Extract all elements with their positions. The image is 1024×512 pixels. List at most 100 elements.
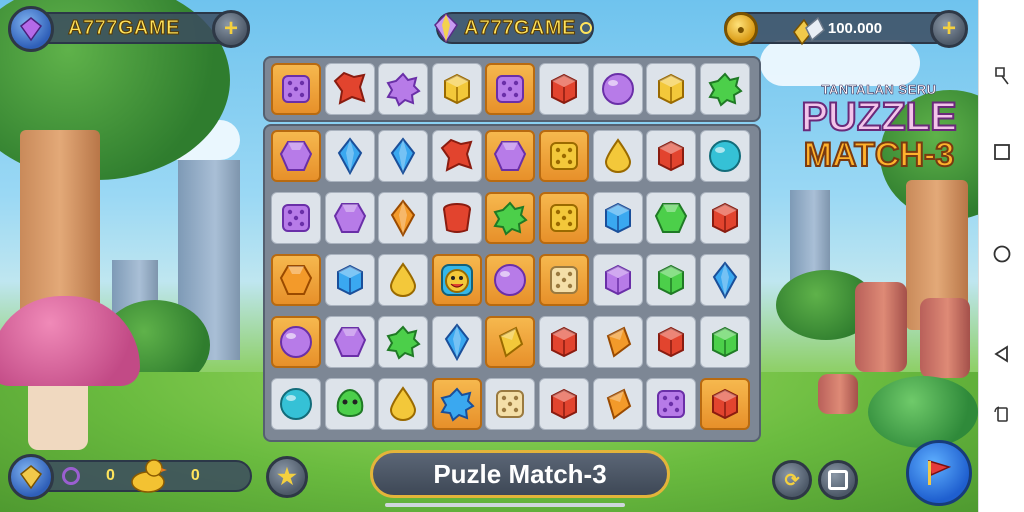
grid-tile[interactable] [646, 192, 697, 244]
yellow-drop-icon [390, 386, 417, 421]
grid-tile[interactable] [378, 192, 429, 244]
yellow-cube-icon [443, 73, 470, 105]
grid-tile[interactable] [539, 192, 589, 244]
grid-tile[interactable] [324, 192, 375, 244]
add-button[interactable]: + [212, 10, 250, 48]
purple-die-icon [657, 390, 686, 418]
red-flag-button[interactable] [906, 440, 972, 506]
grid-tile[interactable] [271, 192, 321, 244]
grid-tile[interactable] [699, 192, 750, 244]
purple-orb-icon [494, 264, 527, 296]
grid-tile[interactable] [699, 130, 750, 182]
preview-tile[interactable] [271, 63, 321, 115]
purple-orb-icon [601, 73, 634, 105]
grid-tile[interactable] [271, 254, 321, 306]
grid-tile[interactable] [539, 254, 589, 306]
coin-icon: ● [724, 12, 758, 46]
green-shell [868, 376, 978, 448]
green-splat-icon [386, 325, 421, 360]
yellow-drop-icon [604, 138, 631, 173]
back-triangle-icon[interactable] [992, 344, 1012, 364]
red-star-icon [440, 138, 473, 172]
rotate-icon[interactable] [992, 404, 1012, 424]
preview-tile[interactable] [485, 63, 536, 115]
grid-tile[interactable] [431, 192, 482, 244]
grid-tile[interactable] [539, 130, 589, 182]
orange-crystal-icon [390, 199, 416, 238]
orb-count: 0 [106, 467, 115, 484]
home-indicator [385, 503, 625, 507]
green-splat-icon [708, 72, 743, 107]
grid-tile[interactable] [646, 316, 697, 368]
grid-tile[interactable] [271, 316, 321, 368]
grid-tile[interactable] [592, 192, 643, 244]
gem-stack-icon [793, 16, 825, 46]
grid-tile[interactable] [271, 130, 321, 182]
preview-tile[interactable] [592, 63, 643, 115]
grid-tile[interactable] [485, 254, 536, 306]
grid-tile[interactable] [431, 130, 482, 182]
grid-tile[interactable] [271, 378, 321, 430]
star-button[interactable]: ★ [266, 456, 308, 498]
grid-tile[interactable] [324, 378, 375, 430]
red-cube-icon [658, 326, 685, 358]
grid-tile[interactable] [431, 378, 482, 430]
grid-tile[interactable] [485, 192, 536, 244]
orange-diamond-icon [606, 388, 631, 420]
stone-block [855, 282, 907, 372]
green-splat-icon [493, 201, 529, 236]
preview-tile[interactable] [324, 63, 375, 115]
grid-tile[interactable] [485, 316, 536, 368]
grid-tile[interactable] [646, 378, 697, 430]
refresh-button[interactable]: ⟳ [772, 460, 812, 500]
game-title: A777GAME [464, 16, 576, 39]
preview-tile[interactable] [431, 63, 482, 115]
yellow-gem-icon[interactable] [8, 454, 54, 500]
grid-tile[interactable] [539, 378, 589, 430]
android-nav-bar [978, 0, 1024, 512]
grid-tile[interactable] [378, 378, 429, 430]
preview-tile[interactable] [699, 63, 750, 115]
purple-cube-icon [604, 264, 631, 296]
grid-tile[interactable] [699, 254, 750, 306]
grid-tile[interactable] [592, 254, 643, 306]
green-cube-icon [658, 264, 685, 296]
grid-tile[interactable] [324, 254, 375, 306]
preview-tile[interactable] [539, 63, 589, 115]
settings-dot-icon[interactable] [579, 22, 592, 34]
grid-tile[interactable] [378, 254, 429, 306]
grid-tile[interactable] [646, 254, 697, 306]
screenshot-icon[interactable] [992, 66, 1012, 86]
preview-tile[interactable] [646, 63, 697, 115]
grid-tile[interactable] [378, 316, 429, 368]
gem-avatar-icon[interactable] [8, 6, 54, 52]
cloud [760, 40, 920, 86]
blue-crystal-icon [390, 137, 416, 176]
green-cube-icon [711, 326, 738, 358]
grid-tile[interactable] [592, 316, 643, 368]
grid-tile[interactable] [646, 130, 697, 182]
square-icon[interactable] [992, 142, 1012, 162]
grid-tile[interactable] [431, 254, 482, 306]
circle-home-icon[interactable] [992, 244, 1012, 264]
grid-tile[interactable] [324, 130, 375, 182]
yellow-die-icon [550, 142, 578, 170]
grid-tile[interactable] [485, 378, 536, 430]
red-cube-icon [711, 388, 738, 420]
preview-row [263, 56, 761, 122]
grid-tile[interactable] [431, 316, 482, 368]
grid-tile[interactable] [699, 378, 750, 430]
preview-tile[interactable] [378, 63, 429, 115]
grid-tile[interactable] [699, 316, 750, 368]
yellow-die-icon [550, 204, 578, 232]
grid-tile[interactable] [378, 130, 429, 182]
grid-tile[interactable] [324, 316, 375, 368]
stop-button[interactable] [818, 460, 858, 500]
grid-tile[interactable] [539, 316, 589, 368]
grid-tile[interactable] [592, 378, 643, 430]
grid-tile[interactable] [485, 130, 536, 182]
red-cube-icon [711, 202, 738, 234]
grid-tile[interactable] [592, 130, 643, 182]
rubber-duck-icon [131, 459, 167, 493]
add-coins-button[interactable]: + [930, 10, 968, 48]
